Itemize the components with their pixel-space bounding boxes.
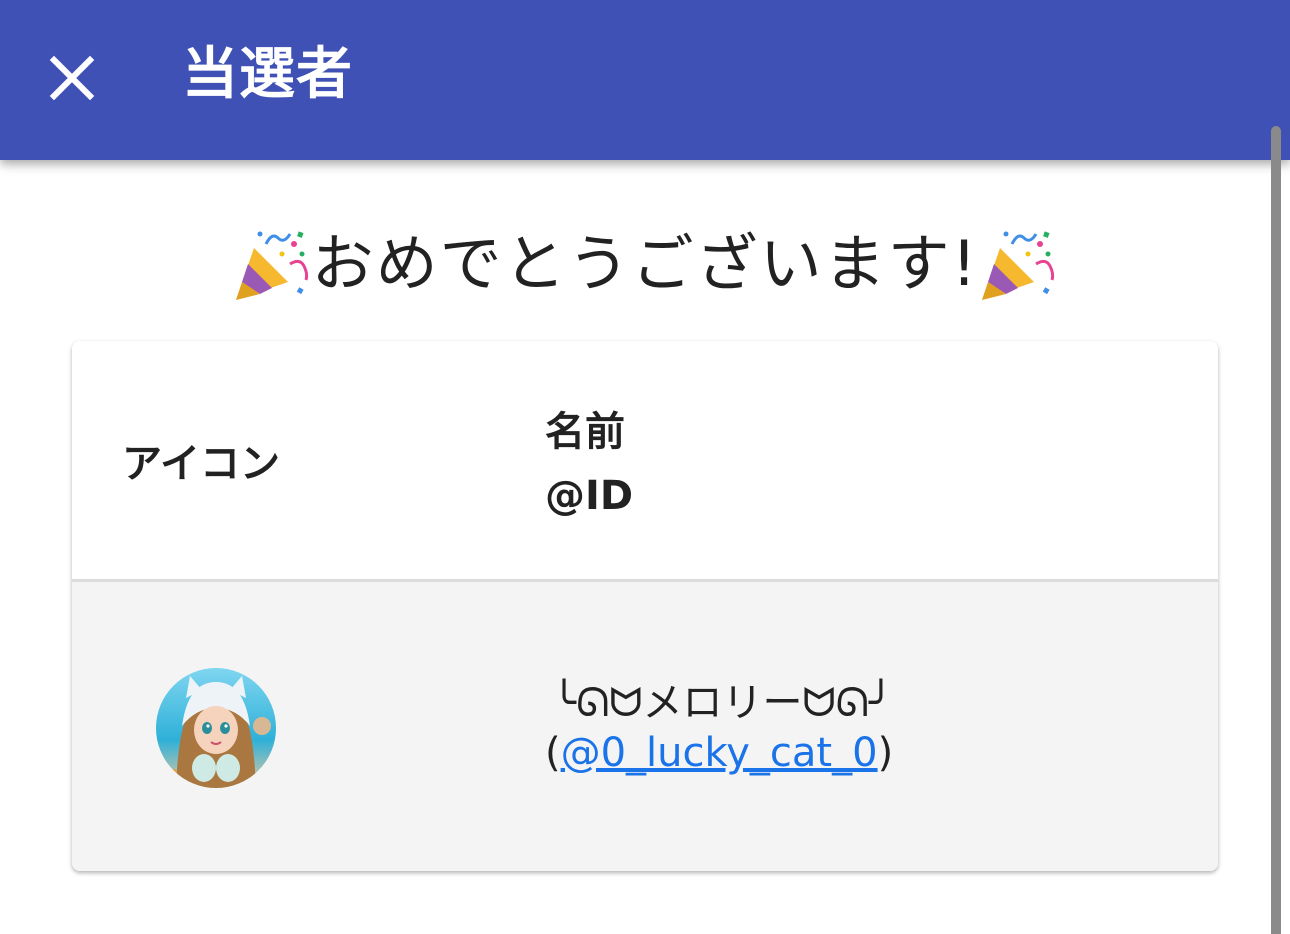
close-icon — [49, 55, 95, 101]
handle-close-paren: ) — [877, 730, 894, 776]
winners-table: アイコン 名前 @ID ╰ᘏᗢメロリーᗢᘏ╯ (@0_lucky_cat_0) — [72, 341, 1218, 871]
party-popper-icon — [982, 231, 1055, 300]
column-header-id: @ID — [545, 473, 634, 519]
avatar — [156, 668, 276, 788]
handle-open-paren: ( — [545, 730, 561, 776]
app-bar: 当選者 — [0, 0, 1290, 160]
table-row: ╰ᘏᗢメロリーᗢᘏ╯ (@0_lucky_cat_0) — [72, 582, 1218, 871]
scrollbar[interactable] — [1271, 126, 1281, 934]
page-title: 当選者 — [182, 42, 353, 107]
congrats-heading: おめでとうございます! — [0, 222, 1290, 306]
table-header: アイコン 名前 @ID — [72, 341, 1218, 582]
close-button[interactable] — [44, 50, 100, 106]
winner-profile-link[interactable]: @0_lucky_cat_0 — [561, 730, 878, 776]
winner-handle: (@0_lucky_cat_0) — [545, 730, 893, 776]
winner-name: ╰ᘏᗢメロリーᗢᘏ╯ — [552, 680, 893, 726]
column-header-icon: アイコン — [122, 441, 280, 487]
column-header-name: 名前 — [545, 409, 625, 455]
party-popper-icon — [235, 231, 308, 300]
congrats-text: おめでとうございます! — [311, 227, 979, 300]
avatar-image — [156, 668, 276, 788]
